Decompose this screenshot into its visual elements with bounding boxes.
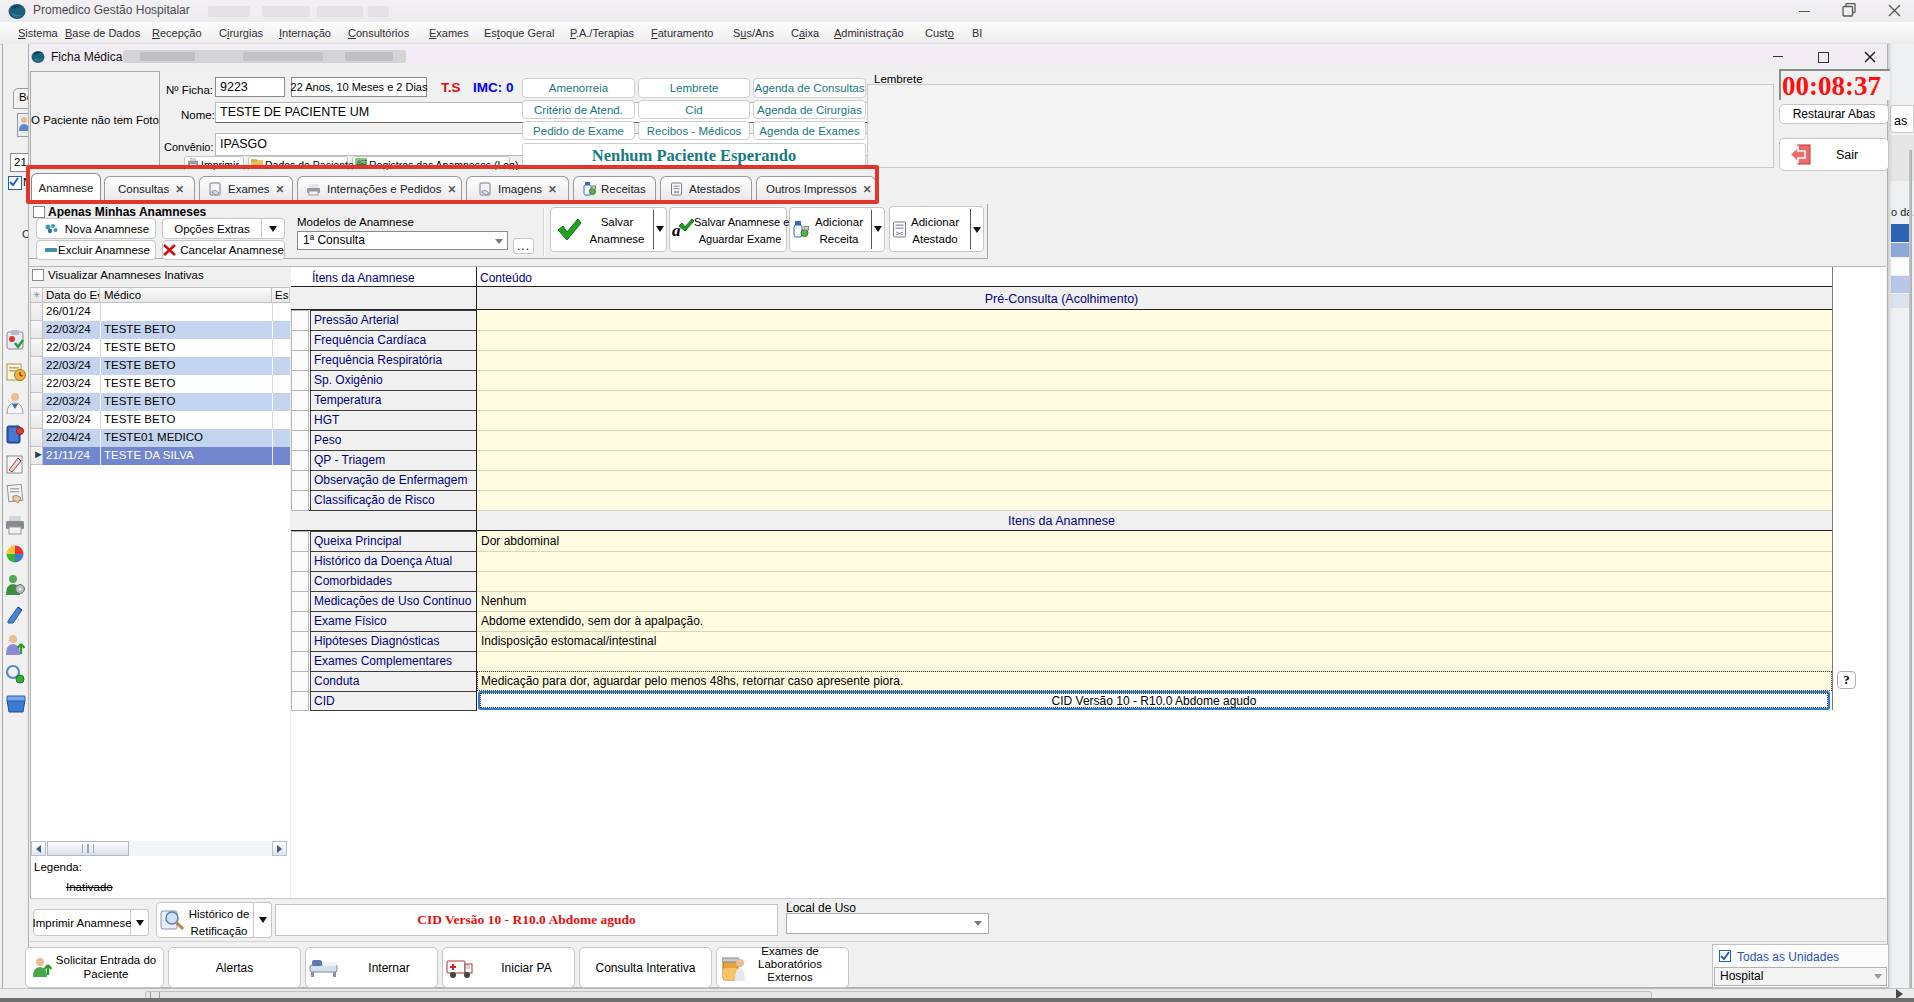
svg-text:ACT: ACT (357, 159, 367, 165)
